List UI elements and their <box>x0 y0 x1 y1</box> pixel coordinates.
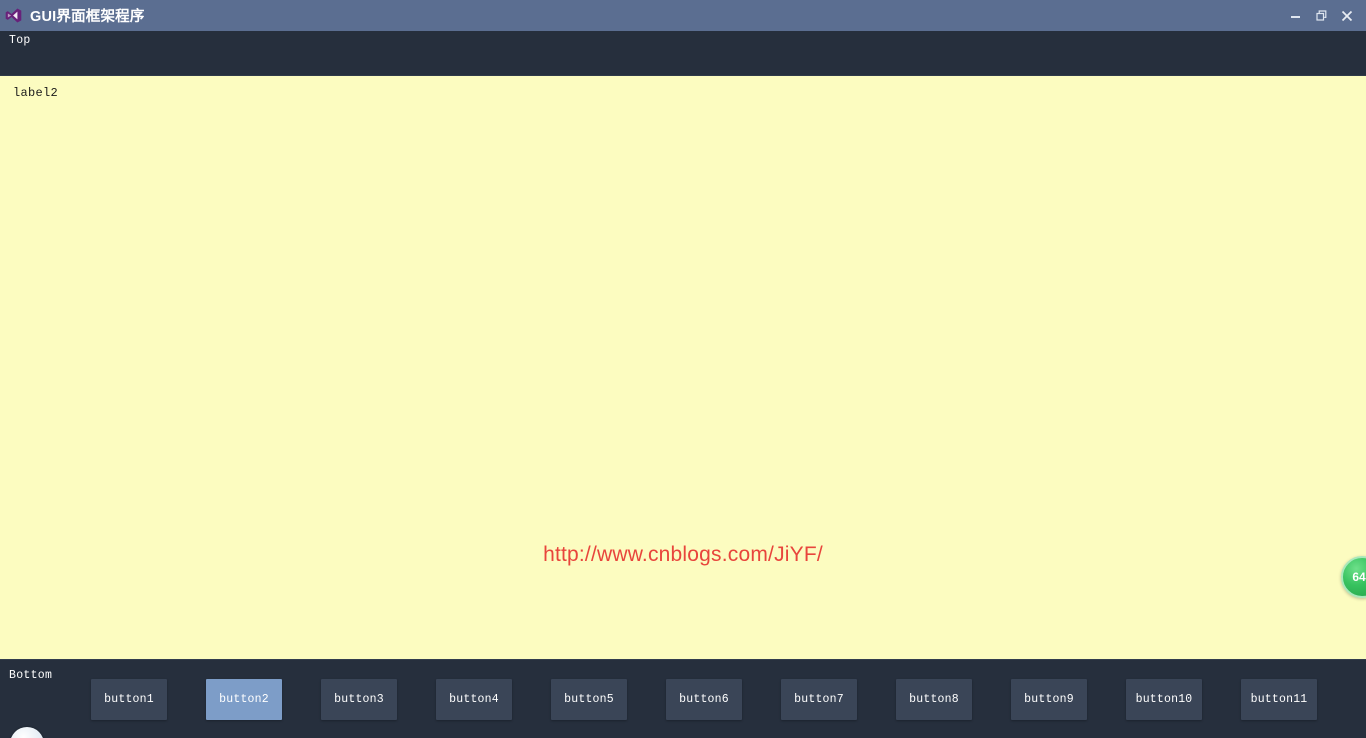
window-controls <box>1282 0 1360 31</box>
button-4[interactable]: button4 <box>436 679 512 720</box>
button-7[interactable]: button7 <box>781 679 857 720</box>
blog-url-text: http://www.cnblogs.com/JiYF/ <box>543 543 823 566</box>
button-5[interactable]: button5 <box>551 679 627 720</box>
titlebar-spacer <box>145 15 1282 16</box>
bottom-button-row: button1 button2 button3 button4 button5 … <box>91 679 1317 720</box>
button-6[interactable]: button6 <box>666 679 742 720</box>
close-icon[interactable] <box>1334 0 1360 31</box>
button-2[interactable]: button2 <box>206 679 282 720</box>
top-panel: Top <box>0 31 1366 76</box>
restore-icon[interactable] <box>1308 0 1334 31</box>
button-3[interactable]: button3 <box>321 679 397 720</box>
button-11[interactable]: button11 <box>1241 679 1317 720</box>
architecture-badge-label: 64 <box>1352 570 1366 584</box>
top-panel-label: Top <box>9 34 31 47</box>
button-9[interactable]: button9 <box>1011 679 1087 720</box>
minimize-icon[interactable] <box>1282 0 1308 31</box>
application-window: GUI界面框架程序 Top label2 http://www.cnblogs.… <box>0 0 1366 738</box>
button-1[interactable]: button1 <box>91 679 167 720</box>
visual-studio-icon <box>0 0 26 31</box>
center-canvas: label2 http://www.cnblogs.com/JiYF/ <box>0 76 1366 659</box>
title-bar[interactable]: GUI界面框架程序 <box>0 0 1366 31</box>
bottom-panel: Bottom button1 button2 button3 button4 b… <box>0 659 1366 738</box>
label2: label2 <box>13 86 59 100</box>
bottom-panel-label: Bottom <box>9 669 53 682</box>
button-8[interactable]: button8 <box>896 679 972 720</box>
window-title: GUI界面框架程序 <box>30 9 145 25</box>
button-10[interactable]: button10 <box>1126 679 1202 720</box>
